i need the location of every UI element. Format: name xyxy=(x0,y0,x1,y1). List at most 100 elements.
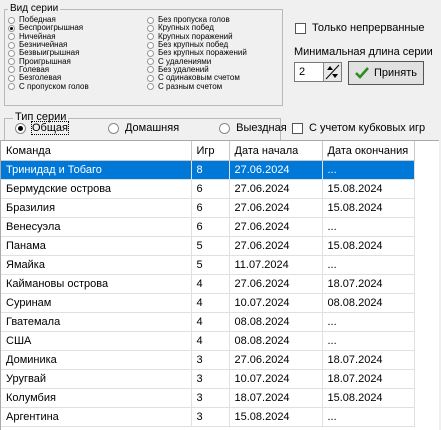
radio-button-icon[interactable] xyxy=(219,122,231,134)
series-type-option-label: Выездная xyxy=(236,122,287,134)
min-length-value[interactable]: 2 xyxy=(299,66,305,78)
table-cell: ... xyxy=(322,312,415,332)
table-cell: 4 xyxy=(191,331,230,351)
radio-button-icon[interactable] xyxy=(8,66,15,74)
table-cell: 08.08.2024 xyxy=(229,312,323,332)
table-cell: Бермудские острова xyxy=(1,179,192,199)
radio-button-icon[interactable] xyxy=(147,16,154,24)
column-header[interactable]: Дата начала xyxy=(229,141,323,161)
table-cell: ... xyxy=(322,255,415,275)
table-row[interactable]: Колумбия 3 18.07.2024 15.08.2024 xyxy=(1,388,415,408)
table-cell: Бразилия xyxy=(1,198,192,218)
series-kind-legend: Вид серии xyxy=(8,3,61,14)
apply-button[interactable]: Принять xyxy=(348,61,424,85)
radio-button-icon[interactable] xyxy=(8,58,15,66)
uninterrupted-checkbox[interactable] xyxy=(295,22,306,34)
table-row[interactable]: Доминика 3 27.06.2024 18.07.2024 xyxy=(1,350,415,370)
series-kind-option-label: С разным счетом xyxy=(158,81,223,91)
table-cell: 27.06.2024 xyxy=(229,350,323,370)
table-row[interactable]: Аргентина 3 15.08.2024... xyxy=(1,407,415,427)
table-cell: 15.08.2024 xyxy=(322,236,415,256)
series-type-option[interactable]: Домашняя xyxy=(107,122,180,134)
table-cell: 27.06.2024 xyxy=(229,217,323,237)
table-cell: США xyxy=(1,331,192,351)
series-type-option[interactable]: Общая xyxy=(15,121,69,135)
table-cell: 15.08.2024 xyxy=(322,388,415,408)
table-cell: Тринидад и Тобаго xyxy=(1,160,192,180)
table-cell: ... xyxy=(322,407,415,427)
series-table-grid: Команда Игр Дата начала Дата окончания Трин… xyxy=(1,141,415,427)
radio-button-icon[interactable] xyxy=(8,24,15,32)
radio-button-icon[interactable] xyxy=(107,122,119,134)
table-cell: 8 xyxy=(191,160,230,180)
table-cell: 27.06.2024 xyxy=(229,160,323,180)
table-row[interactable]: Панама 5 27.06.2024 15.08.2024 xyxy=(1,236,415,256)
table-row[interactable]: Бермудские острова 6 27.06.2024 15.08.2024 xyxy=(1,179,415,199)
table-cell: 3 xyxy=(191,369,230,389)
spinner-arrows-icon[interactable] xyxy=(324,63,341,81)
radio-button-icon[interactable] xyxy=(15,122,26,134)
table-cell: 3 xyxy=(191,407,230,427)
radio-button-icon[interactable] xyxy=(147,33,154,41)
table-row[interactable]: Ямайка 5 11.07.2024... xyxy=(1,255,415,275)
table-cell: 18.07.2024 xyxy=(322,350,415,370)
series-type-options: Общая Домашняя Выездная xyxy=(15,121,287,135)
column-header[interactable]: Игр xyxy=(191,141,230,161)
series-type-option-label: Домашняя xyxy=(124,122,180,134)
table-row[interactable]: Гватемала 4 08.08.2024... xyxy=(1,312,415,332)
uninterrupted-checkbox-row[interactable]: Только непрерванные xyxy=(295,22,425,34)
radio-button-icon[interactable] xyxy=(8,74,15,82)
series-type-option[interactable]: Выездная xyxy=(219,122,287,134)
radio-button-icon[interactable] xyxy=(147,58,154,66)
checkmark-icon xyxy=(355,67,369,79)
column-header[interactable]: Команда xyxy=(1,141,192,161)
column-header[interactable]: Дата окончания xyxy=(322,141,415,161)
table-cell: 08.08.2024 xyxy=(322,293,415,313)
table-row[interactable]: Уругвай 3 10.07.2024 18.07.2024 xyxy=(1,369,415,389)
radio-button-icon[interactable] xyxy=(8,83,15,91)
table-row[interactable]: Суринам 4 10.07.2024 08.08.2024 xyxy=(1,293,415,313)
radio-button-icon[interactable] xyxy=(8,41,15,49)
table-cell: Доминика xyxy=(1,350,192,370)
radio-button-icon[interactable] xyxy=(8,49,15,57)
table-cell: 18.07.2024 xyxy=(322,369,415,389)
radio-button-icon[interactable] xyxy=(147,24,154,32)
table-cell: Аргентина xyxy=(1,407,192,427)
table-cell: 6 xyxy=(191,217,230,237)
table-cell: 5 xyxy=(191,236,230,256)
table-cell: Суринам xyxy=(1,293,192,313)
radio-button-icon[interactable] xyxy=(8,33,15,41)
cup-games-checkbox[interactable] xyxy=(292,122,303,134)
series-table[interactable]: Команда Игр Дата начала Дата окончания Трин… xyxy=(0,140,439,430)
radio-button-icon[interactable] xyxy=(147,83,154,91)
min-length-spinner[interactable]: 2 xyxy=(294,62,342,82)
cup-games-checkbox-row[interactable]: С учетом кубковых игр xyxy=(292,122,425,134)
table-row[interactable]: Венесуэла 6 27.06.2024... xyxy=(1,217,415,237)
radio-button-icon[interactable] xyxy=(147,49,154,57)
table-row[interactable]: Тринидад и Тобаго 8 27.06.2024... xyxy=(1,160,415,180)
table-row[interactable]: США 4 08.08.2024... xyxy=(1,331,415,351)
series-kind-left-column: Победная Беспроигрышная Ничейная Безничейна… xyxy=(8,16,89,91)
table-cell: 18.07.2024 xyxy=(229,388,323,408)
radio-button-icon[interactable] xyxy=(147,41,154,49)
table-cell: 27.06.2024 xyxy=(229,179,323,199)
table-cell: 10.07.2024 xyxy=(229,293,323,313)
table-body: Тринидад и Тобаго 8 27.06.2024... Бермудски… xyxy=(1,160,415,427)
table-row[interactable]: Каймановы острова 4 27.06.2024 18.07.2024 xyxy=(1,274,415,294)
spinner-buttons[interactable] xyxy=(323,63,341,81)
radio-button-icon[interactable] xyxy=(147,66,154,74)
radio-button-icon[interactable] xyxy=(8,16,15,24)
radio-button-icon[interactable] xyxy=(147,74,154,82)
table-cell: 11.07.2024 xyxy=(229,255,323,275)
table-cell: 18.07.2024 xyxy=(322,274,415,294)
uninterrupted-label: Только непрерванные xyxy=(312,22,425,34)
table-cell: Уругвай xyxy=(1,369,192,389)
series-kind-option[interactable]: С пропуском голов xyxy=(8,82,89,91)
series-kind-option[interactable]: С разным счетом xyxy=(147,81,247,91)
table-cell: 6 xyxy=(191,179,230,199)
table-row[interactable]: Бразилия 6 27.06.2024 15.08.2024 xyxy=(1,198,415,218)
table-cell: 15.08.2024 xyxy=(322,179,415,199)
table-cell: Колумбия xyxy=(1,388,192,408)
table-cell: ... xyxy=(322,331,415,351)
series-type-option-label: Общая xyxy=(31,121,69,135)
